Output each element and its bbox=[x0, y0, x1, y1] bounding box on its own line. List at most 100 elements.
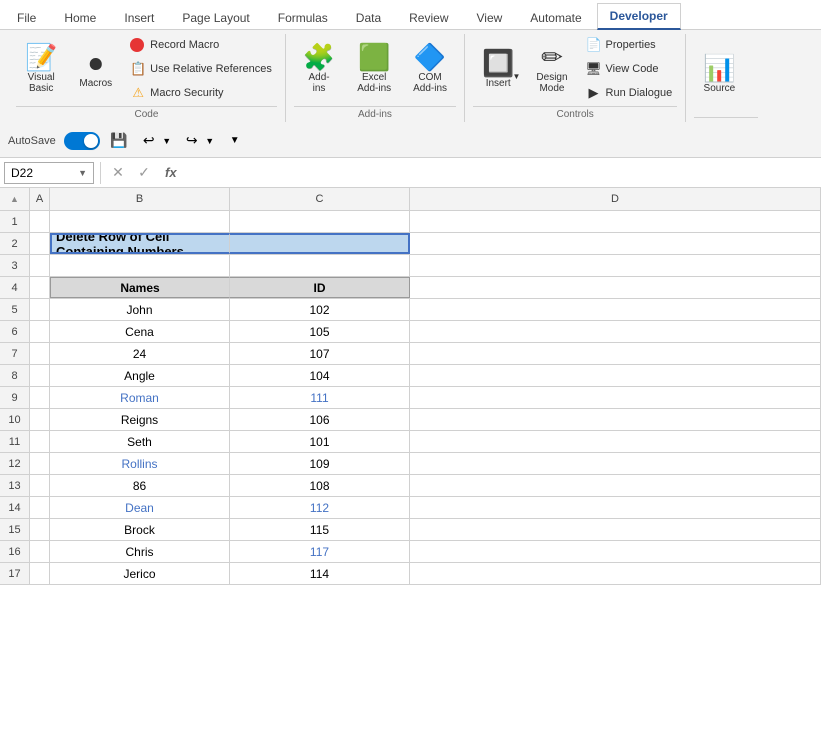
tab-automate[interactable]: Automate bbox=[517, 5, 594, 30]
add-ins-button[interactable]: 🧩 Add-ins bbox=[294, 39, 344, 99]
cell-a[interactable] bbox=[30, 343, 50, 364]
cell-a[interactable] bbox=[30, 365, 50, 386]
cell-a[interactable] bbox=[30, 277, 50, 298]
cell-b[interactable]: Seth bbox=[50, 431, 230, 452]
tab-insert[interactable]: Insert bbox=[111, 5, 167, 30]
cell-d[interactable] bbox=[410, 299, 821, 320]
cell-d[interactable] bbox=[410, 321, 821, 342]
cell-b[interactable]: Reigns bbox=[50, 409, 230, 430]
cell-c[interactable]: 107 bbox=[230, 343, 410, 364]
cell-b[interactable]: Chris bbox=[50, 541, 230, 562]
redo-icon[interactable]: ↪ bbox=[181, 130, 203, 152]
cell-c[interactable]: 108 bbox=[230, 475, 410, 496]
cell-b[interactable]: Brock bbox=[50, 519, 230, 540]
run-dialogue-button[interactable]: ▶ Run Dialogue bbox=[581, 82, 678, 104]
col-header-d[interactable]: D bbox=[410, 188, 821, 210]
design-mode-button[interactable]: ✏ DesignMode bbox=[527, 39, 576, 99]
cell-b[interactable]: Cena bbox=[50, 321, 230, 342]
cell-c[interactable]: 105 bbox=[230, 321, 410, 342]
tab-view[interactable]: View bbox=[464, 5, 516, 30]
cell-a[interactable] bbox=[30, 299, 50, 320]
tab-home[interactable]: Home bbox=[51, 5, 109, 30]
cell-c[interactable]: 101 bbox=[230, 431, 410, 452]
cell-b[interactable]: John bbox=[50, 299, 230, 320]
cell-a[interactable] bbox=[30, 321, 50, 342]
cell-b[interactable]: Jerico bbox=[50, 563, 230, 584]
cell-b[interactable] bbox=[50, 255, 230, 276]
cell-d[interactable] bbox=[410, 431, 821, 452]
cell-a[interactable] bbox=[30, 255, 50, 276]
cell-a[interactable] bbox=[30, 211, 50, 232]
com-add-ins-button[interactable]: 🔷 COMAdd-ins bbox=[404, 39, 456, 99]
cancel-formula-icon[interactable]: ✕ bbox=[107, 162, 129, 184]
cell-a[interactable] bbox=[30, 409, 50, 430]
cell-d[interactable] bbox=[410, 233, 821, 254]
cell-b[interactable]: 24 bbox=[50, 343, 230, 364]
cell-b[interactable]: Dean bbox=[50, 497, 230, 518]
tab-data[interactable]: Data bbox=[343, 5, 394, 30]
cell-d[interactable] bbox=[410, 343, 821, 364]
cell-c[interactable]: 114 bbox=[230, 563, 410, 584]
cell-c[interactable]: ID bbox=[230, 277, 410, 298]
cell-a[interactable] bbox=[30, 563, 50, 584]
cell-reference-box[interactable]: D22 ▼ bbox=[4, 162, 94, 184]
cell-d[interactable] bbox=[410, 277, 821, 298]
cell-c[interactable] bbox=[230, 255, 410, 276]
cell-b[interactable]: Roman bbox=[50, 387, 230, 408]
cell-d[interactable] bbox=[410, 541, 821, 562]
cell-d[interactable] bbox=[410, 453, 821, 474]
confirm-formula-icon[interactable]: ✓ bbox=[133, 162, 155, 184]
macros-button[interactable]: ⏺ Macros bbox=[70, 34, 121, 104]
cell-d[interactable] bbox=[410, 365, 821, 386]
cell-d[interactable] bbox=[410, 563, 821, 584]
tab-formulas[interactable]: Formulas bbox=[265, 5, 341, 30]
cell-b[interactable]: Rollins bbox=[50, 453, 230, 474]
cell-a[interactable] bbox=[30, 497, 50, 518]
col-header-c[interactable]: C bbox=[230, 188, 410, 210]
customize-quick-access-icon[interactable]: ▼ bbox=[224, 130, 246, 152]
cell-d[interactable] bbox=[410, 255, 821, 276]
properties-button[interactable]: 📄 Properties bbox=[581, 34, 678, 56]
visual-basic-button[interactable]: 📝 Visual Basic bbox=[16, 34, 66, 104]
tab-page-layout[interactable]: Page Layout bbox=[169, 5, 262, 30]
cell-c[interactable] bbox=[230, 233, 410, 254]
autosave-toggle[interactable] bbox=[64, 132, 100, 150]
undo-dropdown-icon[interactable]: ▼ bbox=[161, 130, 173, 152]
source-button[interactable]: 📊 Source bbox=[694, 50, 744, 99]
relative-refs-button[interactable]: 📋 Use Relative References bbox=[125, 58, 277, 80]
excel-add-ins-button[interactable]: 🟩 ExcelAdd-ins bbox=[348, 39, 400, 99]
cell-b[interactable]: 86 bbox=[50, 475, 230, 496]
cell-c[interactable]: 104 bbox=[230, 365, 410, 386]
cell-d[interactable] bbox=[410, 519, 821, 540]
cell-c[interactable]: 109 bbox=[230, 453, 410, 474]
undo-icon[interactable]: ↩ bbox=[138, 130, 160, 152]
save-icon[interactable]: 💾 bbox=[108, 130, 130, 152]
macro-security-button[interactable]: ⚠ Macro Security bbox=[125, 82, 277, 104]
cell-d[interactable] bbox=[410, 409, 821, 430]
cell-d[interactable] bbox=[410, 475, 821, 496]
cell-d[interactable] bbox=[410, 211, 821, 232]
formula-input[interactable] bbox=[187, 166, 817, 180]
cell-c[interactable]: 117 bbox=[230, 541, 410, 562]
cell-c[interactable]: 115 bbox=[230, 519, 410, 540]
tab-developer[interactable]: Developer bbox=[597, 3, 681, 30]
cell-a[interactable] bbox=[30, 431, 50, 452]
cell-a[interactable] bbox=[30, 519, 50, 540]
redo-dropdown-icon[interactable]: ▼ bbox=[204, 130, 216, 152]
cell-b[interactable]: Delete Row of Cell Containing Numbers bbox=[50, 233, 230, 254]
cell-a[interactable] bbox=[30, 233, 50, 254]
tab-file[interactable]: File bbox=[4, 5, 49, 30]
col-header-a[interactable]: A bbox=[30, 188, 50, 210]
cell-d[interactable] bbox=[410, 387, 821, 408]
insert-button[interactable]: 🔲 Insert ▼ bbox=[473, 45, 523, 94]
cell-b[interactable] bbox=[50, 211, 230, 232]
cell-d[interactable] bbox=[410, 497, 821, 518]
col-header-b[interactable]: B bbox=[50, 188, 230, 210]
cell-c[interactable] bbox=[230, 211, 410, 232]
cell-b[interactable]: Angle bbox=[50, 365, 230, 386]
cell-c[interactable]: 106 bbox=[230, 409, 410, 430]
cell-c[interactable]: 112 bbox=[230, 497, 410, 518]
cell-b[interactable]: Names bbox=[50, 277, 230, 298]
tab-review[interactable]: Review bbox=[396, 5, 461, 30]
cell-a[interactable] bbox=[30, 475, 50, 496]
